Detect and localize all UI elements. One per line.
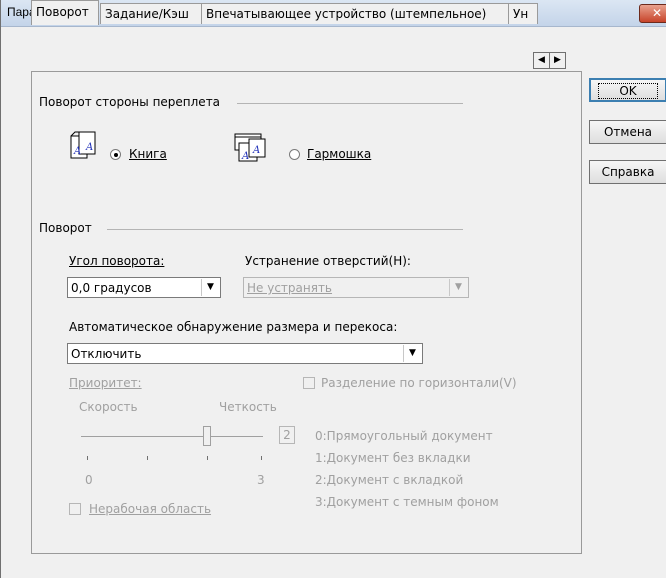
cancel-button-label: Отмена	[603, 125, 653, 139]
tab-label: Ун	[513, 7, 529, 21]
slider-value: 2	[283, 428, 291, 442]
svg-text:A: A	[241, 151, 249, 162]
holes-select[interactable]: Не устранять ▼	[243, 277, 469, 298]
radio-fan-text: Гармошка	[307, 147, 372, 161]
svg-text:A: A	[252, 145, 260, 156]
close-button[interactable]: ✕	[639, 4, 666, 23]
radio-fan[interactable]	[289, 149, 300, 160]
holes-label: Устранение отверстий(Н):	[245, 254, 411, 268]
group-divider	[237, 103, 463, 104]
split-horizontal-label: Разделение по горизонтали(V)	[321, 376, 517, 390]
nonwork-area-label: Нерабочая область	[89, 502, 212, 516]
slider-tick	[207, 456, 208, 460]
ok-button-label: OK	[598, 83, 658, 99]
radio-book-label[interactable]: Книга	[129, 147, 167, 161]
tab-scroll-right-icon[interactable]: ▶	[549, 52, 566, 69]
slider-tick	[261, 456, 262, 460]
slider-value-box: 2	[279, 426, 295, 444]
angle-label-text: Угол поворота:	[69, 254, 165, 268]
parameter-dialog: Параметр ✕ Поворот Задание/Кэш Впечатыва…	[0, 0, 666, 578]
legend-item: 0:Прямоугольный документ	[315, 429, 493, 443]
ok-button[interactable]: OK	[589, 78, 666, 102]
slider-tick	[87, 456, 88, 460]
angle-select[interactable]: 0,0 градусов ▼	[67, 277, 221, 298]
radio-fan-label[interactable]: Гармошка	[307, 147, 371, 161]
tab-label: Впечатывающее устройство (штемпельное)	[206, 7, 487, 21]
tab-rotation[interactable]: Поворот	[31, 0, 99, 25]
legend-item: 2:Документ с вкладкой	[315, 473, 464, 487]
auto-detect-value: Отключить	[71, 347, 142, 361]
svg-text:A: A	[73, 146, 81, 157]
tab-more[interactable]: Ун	[508, 3, 538, 24]
split-horizontal-checkbox[interactable]	[303, 377, 315, 389]
legend-item: 1:Документ без вкладки	[315, 451, 471, 465]
angle-value: 0,0 градусов	[71, 281, 152, 295]
tick-min-label: 0	[85, 473, 93, 487]
slider-track	[81, 436, 263, 437]
priority-label: Приоритет:	[69, 376, 142, 390]
rotation-group-title: Поворот	[39, 221, 92, 235]
tab-imprinter[interactable]: Впечатывающее устройство (штемпельное)	[201, 3, 509, 24]
book-binding-icon: A A	[70, 131, 96, 159]
chevron-down-icon: ▼	[449, 279, 467, 296]
cancel-button[interactable]: Отмена	[589, 120, 666, 144]
tab-scroll-left-icon[interactable]: ◀	[533, 52, 550, 69]
slider-tick	[147, 456, 148, 460]
slider-thumb[interactable]	[203, 426, 211, 446]
fan-binding-icon: A A	[234, 133, 266, 162]
binding-group-title: Поворот стороны переплета	[39, 95, 221, 109]
radio-book-text: Книга	[129, 147, 167, 161]
legend-item: 3:Документ с темным фоном	[315, 495, 499, 509]
nonwork-area-checkbox[interactable]	[69, 503, 81, 515]
tab-label: Задание/Кэш	[105, 7, 189, 21]
help-button[interactable]: Справка	[589, 160, 666, 184]
chevron-down-icon: ▼	[201, 279, 219, 296]
speed-label: Скорость	[79, 400, 138, 414]
group-divider	[107, 229, 463, 230]
priority-slider[interactable]	[81, 426, 263, 460]
holes-value: Не устранять	[247, 281, 333, 295]
radio-book[interactable]	[110, 149, 121, 160]
tab-job-cache[interactable]: Задание/Кэш	[100, 3, 202, 24]
tick-max-label: 3	[257, 473, 265, 487]
svg-text:A: A	[85, 142, 93, 153]
tab-panel-rotation	[31, 71, 582, 554]
angle-label: Угол поворота:	[69, 254, 164, 268]
auto-detect-select[interactable]: Отключить ▼	[67, 343, 423, 364]
help-button-label: Справка	[601, 165, 655, 179]
clarity-label: Четкость	[219, 400, 277, 414]
tab-label: Поворот	[36, 5, 89, 19]
auto-detect-label: Автоматическое обнаружение размера и пер…	[69, 320, 398, 334]
chevron-down-icon: ▼	[403, 345, 421, 362]
